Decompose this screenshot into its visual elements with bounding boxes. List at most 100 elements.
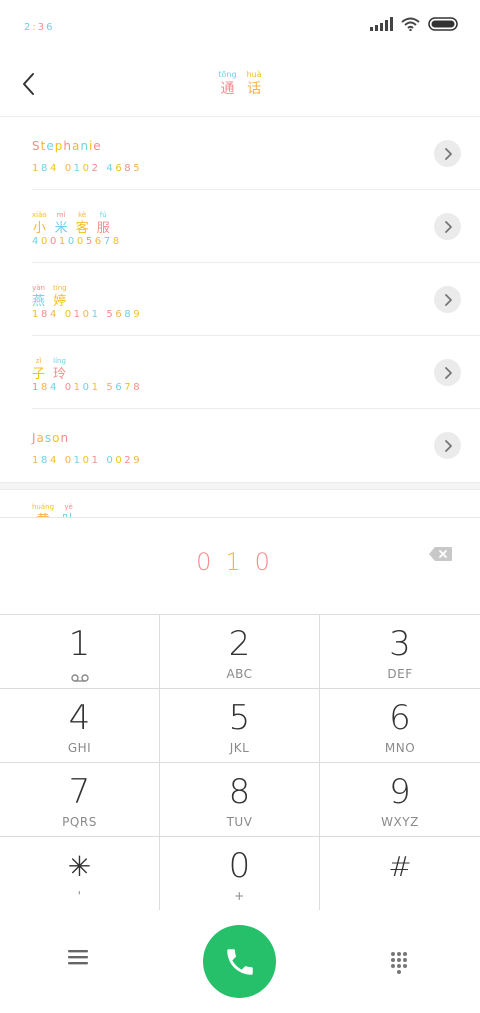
name-char: yàn 燕: [32, 284, 46, 309]
contact-detail-button[interactable]: [434, 432, 461, 459]
contact-row[interactable]: xiǎo 小 mǐ 米 kè 客 fú 服 4001005678: [0, 190, 480, 263]
name-char: mǐ 米: [55, 212, 68, 236]
backspace-icon: [429, 547, 452, 561]
name-char: líng 玲: [53, 357, 67, 382]
name-char: xiǎo 小: [32, 211, 47, 236]
dialpad-icon: [391, 952, 407, 974]
key-6[interactable]: 6 MNO: [320, 689, 480, 763]
chevron-right-icon: [444, 293, 452, 306]
hanzi-text: 子: [32, 367, 46, 382]
pinyin-text: tíng: [53, 284, 67, 292]
key-digit: 6: [389, 698, 411, 738]
pinyin-text: zǐ: [35, 357, 42, 365]
dialed-digit: 0: [196, 548, 226, 576]
menu-icon: [68, 950, 88, 965]
hanzi-text: 客: [75, 221, 89, 236]
chevron-right-icon: [444, 439, 452, 452]
status-time: 2:36: [24, 22, 55, 33]
contact-list: Stephanie 184 0102 4685 xiǎo 小 mǐ 米 kè 客 fú 服 4001…: [0, 117, 480, 482]
signal-icon: [370, 17, 393, 31]
hanzi-text: 小: [32, 221, 46, 236]
pinyin-text: kè: [78, 211, 87, 219]
chevron-right-icon: [444, 220, 452, 233]
key-digit: 0: [228, 846, 251, 886]
pinyin-text: xiǎo: [32, 211, 47, 219]
key-digit: 4: [68, 698, 91, 738]
pinyin-text: fú: [99, 211, 107, 219]
key-letters: GHI: [67, 741, 92, 755]
call-button[interactable]: [203, 925, 276, 998]
chevron-right-icon: [444, 366, 452, 379]
battery-icon: [428, 17, 460, 31]
contact-number: 184 0101 0029: [32, 455, 143, 466]
key-hash[interactable]: #: [320, 837, 480, 911]
contact-row[interactable]: yàn 燕 tíng 婷 184 0101 5689: [0, 263, 480, 336]
contact-name: huáng黄 yè叶: [32, 504, 75, 518]
name-char: huáng黄: [32, 504, 54, 518]
name-char: huà 话: [247, 71, 262, 97]
key-digit: ✳: [67, 850, 92, 883]
key-letters: DEF: [387, 667, 413, 681]
dial-display: 010: [0, 518, 480, 615]
contact-row-partial[interactable]: huáng黄 yè叶: [0, 490, 480, 518]
contact-number: 184 0102 4685: [32, 163, 143, 174]
key-5[interactable]: 5 JKL: [160, 689, 320, 763]
phone-icon: [226, 948, 253, 975]
key-letters: ': [77, 889, 82, 903]
key-8[interactable]: 8 TUV: [160, 763, 320, 837]
key-2[interactable]: 2 ABC: [160, 615, 320, 689]
pinyin-text: huáng: [32, 503, 55, 511]
hanzi-text: 服: [96, 221, 110, 236]
key-star[interactable]: ✳ ': [0, 837, 160, 911]
pinyin-text: tōng: [218, 70, 237, 79]
page-title: tōng 通 huà 话: [0, 70, 480, 97]
key-digit: 8: [228, 772, 251, 812]
key-letters: MNO: [384, 741, 416, 755]
hanzi-text: 燕: [32, 294, 46, 309]
pinyin-text: líng: [53, 357, 66, 365]
header: tōng 通 huà 话: [0, 55, 480, 117]
backspace-button[interactable]: [428, 546, 453, 562]
dialed-number: 010: [0, 548, 480, 576]
voicemail-icon: [71, 668, 89, 682]
key-letters: ABC: [226, 667, 253, 681]
key-9[interactable]: 9 WXYZ: [320, 763, 480, 837]
name-char: tíng 婷: [53, 284, 67, 309]
dialpad-toggle-button[interactable]: [387, 950, 411, 974]
contact-name: Stephanie: [32, 139, 102, 153]
hanzi-text: 通: [220, 81, 235, 97]
contact-detail-button[interactable]: [434, 286, 461, 313]
hanzi-text: 话: [247, 81, 262, 97]
key-7[interactable]: 7 PQRS: [0, 763, 160, 837]
chevron-right-icon: [444, 147, 452, 160]
key-1[interactable]: 1: [0, 615, 160, 689]
key-digit: 1: [68, 624, 91, 664]
key-4[interactable]: 4 GHI: [0, 689, 160, 763]
contact-name: yàn 燕 tíng 婷: [32, 284, 67, 309]
hanzi-text: 婷: [53, 294, 67, 309]
pinyin-text: yè: [64, 503, 73, 511]
contact-row[interactable]: zǐ 子 líng 玲 184 0101 5678: [0, 336, 480, 409]
key-digit: 2: [228, 624, 251, 664]
wifi-icon: [401, 17, 420, 31]
contact-number: 184 0101 5689: [32, 309, 143, 320]
menu-button[interactable]: [68, 948, 94, 972]
name-char: zǐ 子: [32, 357, 46, 382]
contact-name-text: Stephanie: [32, 139, 102, 153]
contact-detail-button[interactable]: [434, 140, 461, 167]
contact-name-text: Jason: [32, 431, 70, 445]
contact-detail-button[interactable]: [434, 359, 461, 386]
key-letters: PQRS: [62, 815, 97, 829]
dialed-digit: 0: [254, 548, 284, 576]
name-char: yè叶: [62, 504, 75, 518]
contact-detail-button[interactable]: [434, 213, 461, 240]
list-separator: [0, 482, 480, 490]
status-bar: 2:36: [0, 0, 480, 55]
key-letters: TUV: [226, 815, 253, 829]
pinyin-text: yàn: [32, 284, 45, 292]
key-3[interactable]: 3 DEF: [320, 615, 480, 689]
contact-row[interactable]: Jason 184 0101 0029: [0, 409, 480, 482]
contact-row[interactable]: Stephanie 184 0102 4685: [0, 117, 480, 190]
key-0[interactable]: 0 +: [160, 837, 320, 911]
hanzi-text: 玲: [53, 367, 67, 382]
